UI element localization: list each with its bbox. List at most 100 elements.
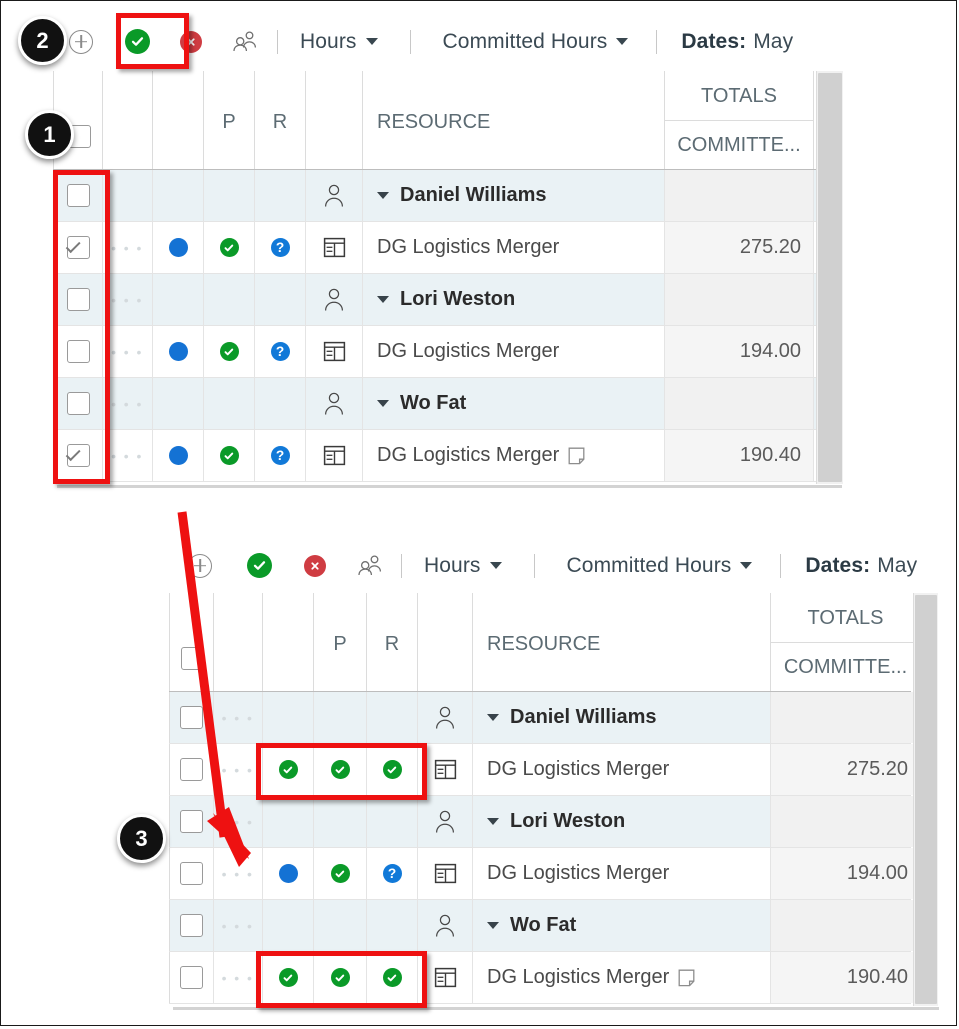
cell-actions[interactable]: • • • — [214, 796, 263, 847]
header-cell-r[interactable]: R — [367, 593, 418, 691]
header-cell-status[interactable] — [263, 593, 314, 691]
cell-p[interactable] — [314, 692, 367, 743]
table-row[interactable]: • • •? DG Logistics Merger 190.40 — [53, 430, 816, 482]
cell-actions[interactable]: • • • — [103, 274, 153, 325]
cell-actions[interactable] — [103, 170, 153, 221]
cell-actions[interactable]: • • • — [214, 900, 263, 951]
row-expander-caret-icon[interactable] — [377, 296, 389, 303]
cell-r[interactable] — [255, 274, 306, 325]
header-cell-resource[interactable]: RESOURCE — [473, 593, 771, 691]
cell-r[interactable] — [255, 378, 306, 429]
select-all-checkbox[interactable] — [181, 647, 204, 671]
header-cell-totals[interactable]: TOTALS COMMITTE... — [665, 71, 814, 169]
header-cell-resource[interactable]: RESOURCE — [363, 71, 665, 169]
cell-r[interactable] — [367, 692, 418, 743]
table-row[interactable]: • • •? DG Logistics Merger 194.00 — [169, 848, 921, 900]
cell-type[interactable] — [306, 170, 363, 221]
cell-status[interactable] — [153, 378, 204, 429]
cell-status[interactable] — [263, 900, 314, 951]
row-select-checkbox[interactable] — [180, 706, 203, 729]
cell-actions[interactable]: • • • — [103, 222, 153, 273]
cell-actions[interactable]: • • • — [103, 378, 153, 429]
cell-type[interactable] — [418, 796, 473, 847]
cell-r[interactable]: ? — [255, 326, 306, 377]
cell-p[interactable] — [204, 378, 255, 429]
row-actions-ellipsis-icon[interactable]: • • • — [222, 971, 255, 985]
header-cell-actions[interactable] — [103, 71, 153, 169]
cell-p[interactable] — [314, 848, 367, 899]
cell-select[interactable] — [169, 900, 214, 951]
cell-r[interactable] — [255, 170, 306, 221]
row-actions-ellipsis-icon[interactable]: • • • — [222, 711, 255, 725]
dates-filter[interactable]: Dates: May — [679, 30, 795, 54]
row-actions-ellipsis-icon[interactable]: • • • — [222, 763, 255, 777]
cell-r[interactable] — [367, 900, 418, 951]
table-row[interactable]: Daniel Williams — [53, 170, 816, 222]
scrollbar-thumb[interactable] — [915, 595, 937, 1004]
cell-status[interactable] — [153, 430, 204, 481]
cell-p[interactable] — [204, 326, 255, 377]
row-actions-ellipsis-icon[interactable]: • • • — [111, 397, 144, 411]
table-row[interactable]: • • • Wo Fat — [53, 378, 816, 430]
cell-status[interactable] — [263, 848, 314, 899]
table-row[interactable]: • • • Lori Weston — [53, 274, 816, 326]
header-cell-totals[interactable]: TOTALS COMMITTE... — [771, 593, 921, 691]
cell-r[interactable]: ? — [367, 848, 418, 899]
header-cell-type[interactable] — [418, 593, 473, 691]
cell-r[interactable] — [367, 796, 418, 847]
header-cell-r[interactable]: R — [255, 71, 306, 169]
cell-type[interactable] — [306, 326, 363, 377]
row-select-checkbox[interactable] — [180, 914, 203, 937]
header-cell-p[interactable]: P — [314, 593, 367, 691]
cell-select[interactable] — [169, 952, 214, 1003]
cell-type[interactable] — [418, 848, 473, 899]
cell-actions[interactable]: • • • — [103, 326, 153, 377]
cell-status[interactable] — [153, 326, 204, 377]
cell-type[interactable] — [306, 222, 363, 273]
cell-status[interactable] — [263, 692, 314, 743]
cell-p[interactable] — [204, 430, 255, 481]
delegate-button-2[interactable] — [343, 553, 397, 579]
row-select-checkbox[interactable] — [180, 758, 203, 781]
cell-select[interactable] — [169, 744, 214, 795]
cell-p[interactable] — [314, 796, 367, 847]
dates-filter-2[interactable]: Dates: May — [803, 554, 919, 578]
committed-hours-dropdown[interactable]: Committed Hours — [437, 30, 635, 54]
row-actions-ellipsis-icon[interactable]: • • • — [111, 345, 144, 359]
row-actions-ellipsis-icon[interactable]: • • • — [111, 293, 144, 307]
row-actions-ellipsis-icon[interactable]: • • • — [111, 241, 144, 255]
cell-r[interactable]: ? — [255, 222, 306, 273]
cell-type[interactable] — [306, 274, 363, 325]
row-select-checkbox[interactable] — [180, 862, 203, 885]
row-expander-caret-icon[interactable] — [377, 400, 389, 407]
cell-status[interactable] — [153, 222, 204, 273]
cell-select[interactable] — [169, 796, 214, 847]
header-cell-actions[interactable] — [214, 593, 263, 691]
header-cell-type[interactable] — [306, 71, 363, 169]
cell-select[interactable] — [169, 692, 214, 743]
cell-p[interactable] — [204, 274, 255, 325]
cell-status[interactable] — [153, 274, 204, 325]
row-actions-ellipsis-icon[interactable]: • • • — [222, 867, 255, 881]
cell-p[interactable] — [314, 900, 367, 951]
hours-dropdown[interactable]: Hours — [294, 30, 384, 54]
cell-r[interactable]: ? — [255, 430, 306, 481]
cell-p[interactable] — [204, 222, 255, 273]
table-row[interactable]: • • •? DG Logistics Merger 194.00 — [53, 326, 816, 378]
cell-actions[interactable]: • • • — [214, 692, 263, 743]
vertical-scrollbar[interactable] — [816, 71, 843, 484]
header-cell-select[interactable] — [169, 593, 214, 691]
header-cell-status[interactable] — [153, 71, 204, 169]
cell-type[interactable] — [306, 378, 363, 429]
add-row-button-2[interactable] — [169, 553, 231, 578]
cell-select[interactable] — [169, 848, 214, 899]
cell-type[interactable] — [306, 430, 363, 481]
row-actions-ellipsis-icon[interactable]: • • • — [222, 919, 255, 933]
cell-status[interactable] — [263, 796, 314, 847]
cell-actions[interactable]: • • • — [214, 848, 263, 899]
cell-actions[interactable]: • • • — [103, 430, 153, 481]
approve-button-2[interactable] — [231, 553, 287, 578]
cell-type[interactable] — [418, 900, 473, 951]
table-row[interactable]: • • • Wo Fat — [169, 900, 921, 952]
row-select-checkbox[interactable] — [180, 966, 203, 989]
